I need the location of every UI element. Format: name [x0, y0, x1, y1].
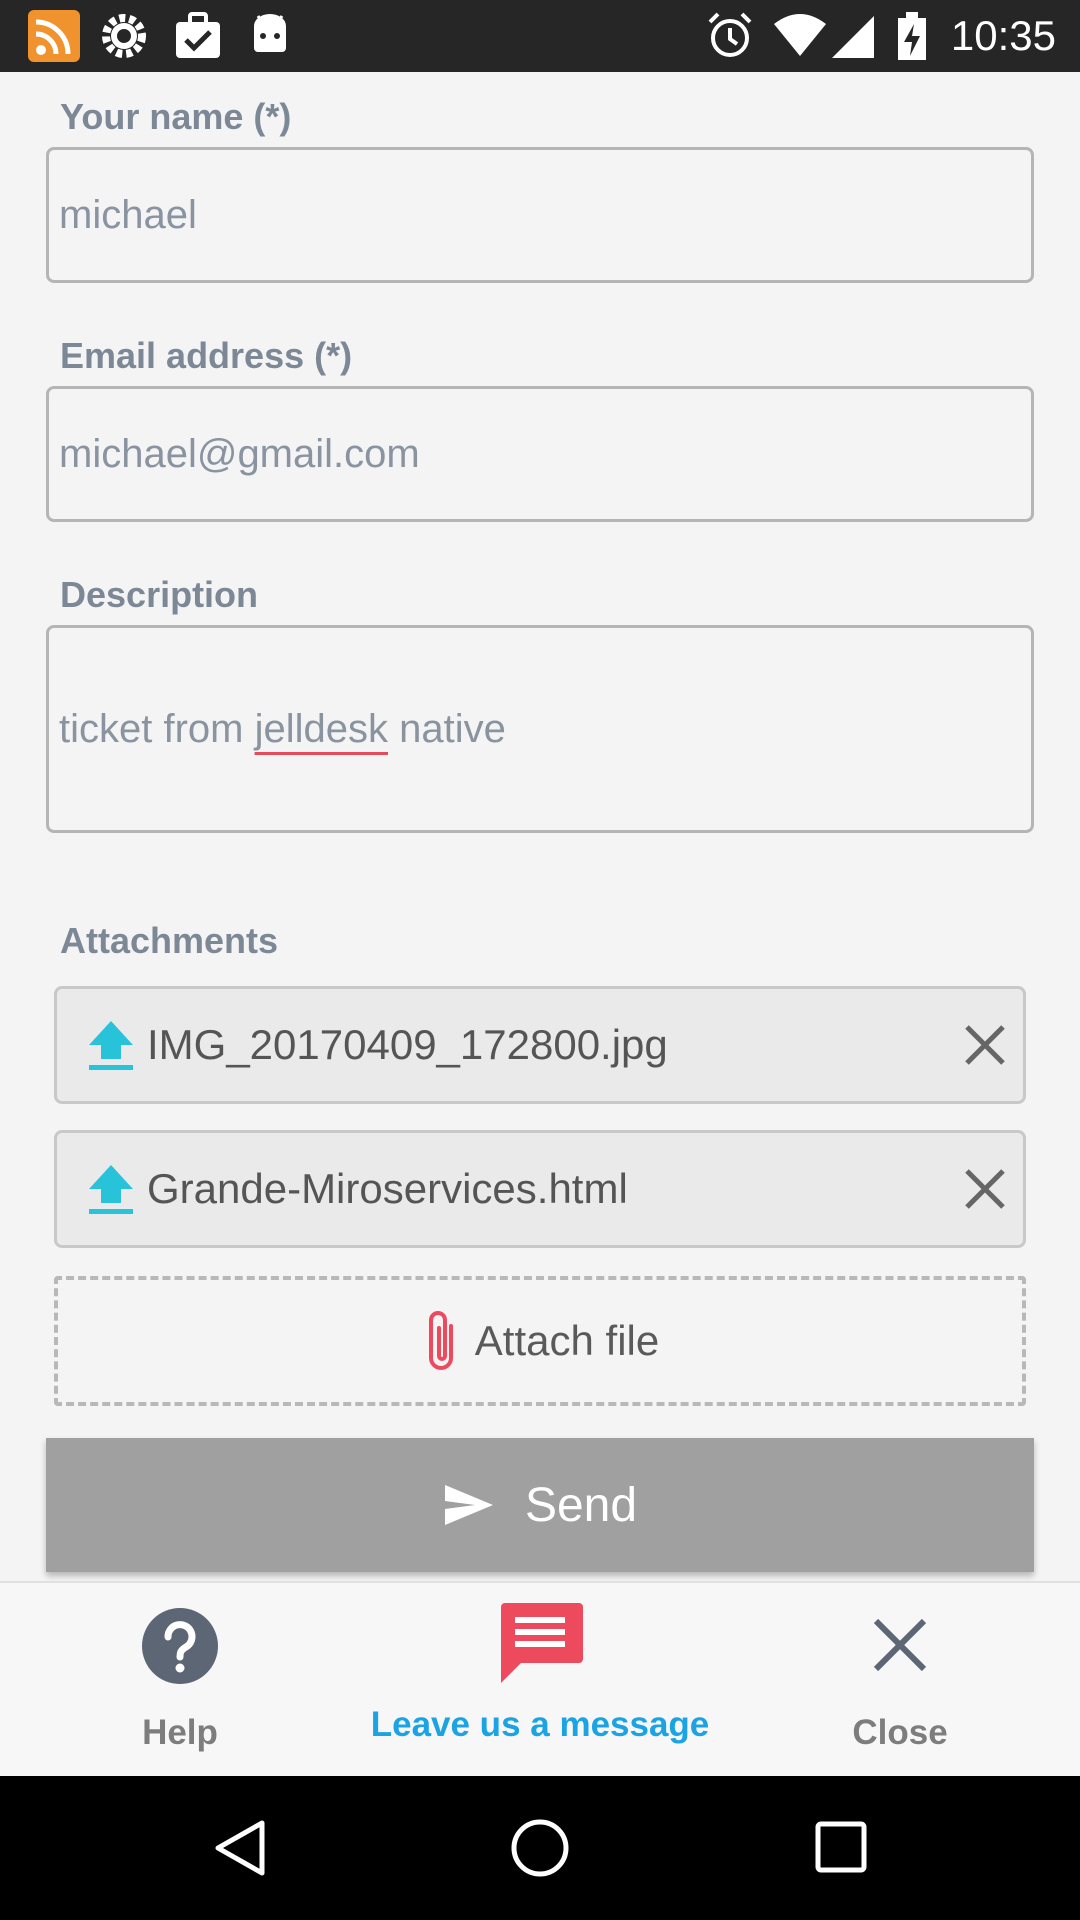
email-field[interactable]: michael@gmail.com [46, 386, 1034, 522]
leave-message-label: Leave us a message [370, 1705, 710, 1744]
remove-attachment-icon[interactable] [961, 1165, 1009, 1213]
description-label: Description [60, 574, 259, 615]
description-value: ticket from jelldesk native [59, 706, 506, 751]
attach-file-label: Attach file [474, 1317, 660, 1364]
misspelled-word[interactable]: jelldesk [255, 707, 388, 751]
contact-form: Your name (*) michael Email address (*) … [0, 72, 1080, 1580]
help-icon [142, 1608, 218, 1684]
back-icon[interactable] [212, 1818, 268, 1878]
tab-close[interactable]: Close [800, 1583, 1000, 1778]
paperclip-icon [428, 1311, 453, 1370]
name-label: Your name (*) [60, 96, 292, 137]
wifi-icon [774, 14, 826, 56]
name-field[interactable]: michael [46, 147, 1034, 283]
send-label: Send [524, 1478, 638, 1532]
briefcase-check-icon [176, 12, 220, 58]
close-icon [873, 1618, 927, 1672]
upload-icon [89, 1165, 133, 1214]
upload-icon [89, 1021, 133, 1070]
tab-leave-message[interactable]: Leave us a message [340, 1583, 740, 1778]
attachment-item: IMG_20170409_172800.jpg [54, 986, 1026, 1104]
send-button[interactable]: Send [46, 1438, 1034, 1572]
tab-help[interactable]: Help [80, 1583, 280, 1778]
battery-charging-icon [898, 12, 926, 60]
name-value: michael [59, 192, 197, 237]
status-time: 10:35 [950, 12, 1056, 59]
settings-gear-icon [102, 14, 146, 58]
alarm-icon [708, 12, 752, 57]
bottom-tab-bar: Help Leave us a message Close [0, 1581, 1080, 1776]
close-label: Close [852, 1713, 948, 1752]
email-label: Email address (*) [60, 335, 353, 376]
help-label: Help [142, 1713, 218, 1752]
recents-icon[interactable] [814, 1820, 868, 1874]
system-navigation-bar [0, 1776, 1080, 1920]
attachments-label: Attachments [60, 920, 279, 961]
home-icon[interactable] [510, 1818, 570, 1878]
rss-app-icon [28, 10, 80, 62]
android-icon [254, 14, 286, 52]
attach-file-button[interactable]: Attach file [54, 1276, 1026, 1406]
attachment-filename: IMG_20170409_172800.jpg [147, 1021, 668, 1068]
status-bar: 10:35 [0, 0, 1080, 72]
chat-message-icon [501, 1603, 583, 1683]
description-field[interactable]: ticket from jelldesk native [46, 625, 1034, 833]
attachment-item: Grande-Miroservices.html [54, 1130, 1026, 1248]
attachment-filename: Grande-Miroservices.html [147, 1165, 628, 1212]
email-value: michael@gmail.com [59, 431, 420, 476]
cell-signal-icon [832, 16, 874, 58]
remove-attachment-icon[interactable] [961, 1021, 1009, 1069]
send-icon [444, 1485, 493, 1525]
